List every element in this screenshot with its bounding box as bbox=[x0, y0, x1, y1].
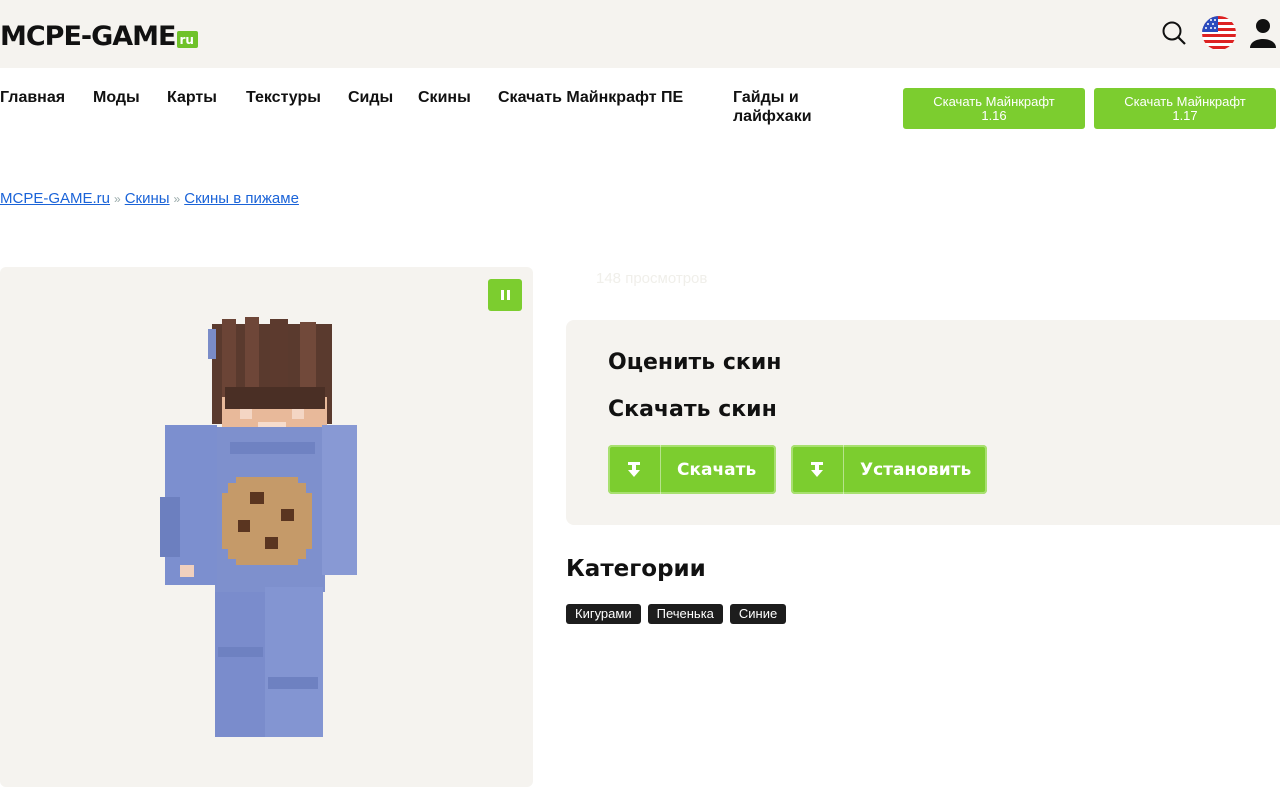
user-icon[interactable] bbox=[1250, 18, 1276, 48]
download-button[interactable]: Скачать bbox=[608, 445, 776, 494]
skin-model-image bbox=[160, 317, 357, 737]
download-icon bbox=[608, 445, 661, 494]
tag-kigurumi[interactable]: Кигурами bbox=[566, 604, 641, 624]
download-116-version: 1.16 bbox=[981, 107, 1007, 123]
views-count: 148 просмотров bbox=[596, 270, 708, 287]
breadcrumb-home[interactable]: MCPE-GAME.ru bbox=[0, 190, 110, 207]
nav-item-maps[interactable]: Карты bbox=[167, 88, 217, 107]
nav-item-seeds[interactable]: Сиды bbox=[348, 88, 393, 107]
us-flag-icon[interactable] bbox=[1202, 16, 1236, 50]
nav-item-textures[interactable]: Текстуры bbox=[246, 88, 321, 107]
header-icons bbox=[1160, 16, 1280, 50]
rate-skin-title: Оценить скин bbox=[608, 350, 782, 375]
site-logo[interactable]: MCPE-GAME ru bbox=[0, 18, 198, 52]
logo-text: MCPE-GAME bbox=[0, 21, 176, 52]
nav-item-skins[interactable]: Скины bbox=[418, 88, 471, 107]
download-button-label: Скачать bbox=[677, 459, 757, 480]
categories-title: Категории bbox=[566, 556, 706, 582]
breadcrumb-separator: » bbox=[114, 192, 121, 206]
pause-icon bbox=[506, 290, 510, 300]
install-button[interactable]: Установить bbox=[791, 445, 987, 494]
download-icon bbox=[791, 445, 844, 494]
download-116-button[interactable]: Скачать Майнкрафт 1.16 bbox=[903, 88, 1085, 129]
pause-icon bbox=[500, 290, 504, 300]
nav-item-home[interactable]: Главная bbox=[0, 88, 65, 107]
top-bar: MCPE-GAME ru bbox=[0, 0, 1280, 68]
logo-ru-badge: ru bbox=[176, 31, 198, 48]
tag-cookie[interactable]: Печенька bbox=[647, 604, 723, 624]
install-button-label: Установить bbox=[860, 459, 972, 480]
download-116-label: Скачать Майнкрафт bbox=[933, 93, 1055, 109]
skin-preview-panel[interactable] bbox=[0, 267, 533, 787]
download-117-version: 1.17 bbox=[1172, 107, 1198, 123]
breadcrumb-skins[interactable]: Скины bbox=[125, 190, 170, 207]
breadcrumb-pajama-skins[interactable]: Скины в пижаме bbox=[184, 190, 299, 207]
download-117-label: Скачать Майнкрафт bbox=[1124, 93, 1246, 109]
main-nav: Главная Моды Карты Текстуры Сиды Скины С… bbox=[0, 88, 1280, 136]
download-117-button[interactable]: Скачать Майнкрафт 1.17 bbox=[1094, 88, 1276, 129]
pause-button[interactable] bbox=[488, 279, 522, 311]
download-skin-title: Скачать скин bbox=[608, 397, 777, 422]
breadcrumb-separator: » bbox=[173, 192, 181, 206]
nav-item-download-pe[interactable]: Скачать Майнкрафт ПЕ bbox=[498, 88, 698, 107]
nav-item-guides[interactable]: Гайды и лайфхаки bbox=[733, 88, 843, 126]
tag-blue[interactable]: Синие bbox=[729, 604, 787, 624]
category-tags: Кигурами Печенька Синие bbox=[566, 604, 793, 624]
search-icon[interactable] bbox=[1160, 19, 1188, 47]
breadcrumb: MCPE-GAME.ru» Скины» Скины в пижаме bbox=[0, 190, 299, 207]
nav-item-mods[interactable]: Моды bbox=[93, 88, 140, 107]
